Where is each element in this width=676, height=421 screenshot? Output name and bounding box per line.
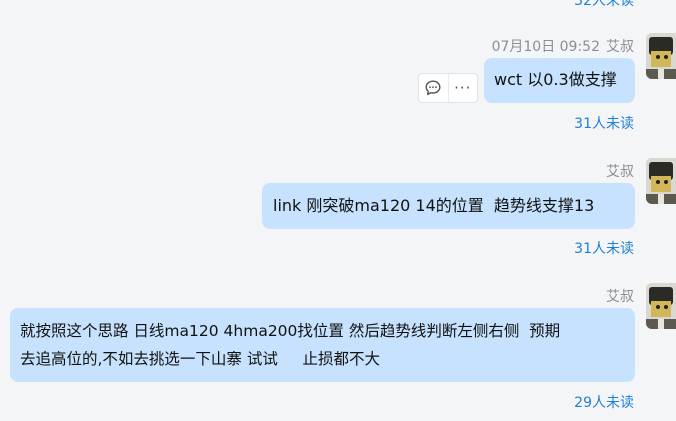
message-bubble[interactable]: wct 以0.3做支撑	[484, 58, 635, 103]
message-meta: 艾叔	[600, 161, 634, 181]
comment-icon	[425, 80, 441, 96]
avatar-image	[646, 283, 676, 329]
message-meta: 艾叔	[600, 286, 634, 306]
read-status[interactable]: 31人未读	[574, 113, 634, 133]
avatar[interactable]	[646, 33, 676, 79]
read-status[interactable]: 29人未读	[574, 392, 634, 412]
sender-name: 艾叔	[606, 289, 634, 305]
sender-name: 艾叔	[606, 164, 634, 180]
message-bubble[interactable]: 就按照这个思路 日线ma120 4hma200找位置 然后趋势线判断左侧右侧 预…	[10, 308, 635, 382]
avatar[interactable]	[646, 158, 676, 204]
read-status-top[interactable]: 32人未读	[574, 0, 634, 10]
message-hover-actions: ···	[418, 73, 478, 103]
message-text: link 刚突破ma120 14的位置 趋势线支撑13	[273, 196, 595, 215]
message-text-line: 去追高位的,不如去挑选一下山寨 试试 止损都不大	[20, 350, 380, 368]
read-status[interactable]: 31人未读	[574, 238, 634, 258]
message-bubble[interactable]: link 刚突破ma120 14的位置 趋势线支撑13	[262, 183, 635, 229]
avatar[interactable]	[646, 283, 676, 329]
comment-button[interactable]	[419, 74, 448, 102]
sender-name: 艾叔	[606, 39, 634, 55]
avatar-image	[646, 33, 676, 79]
message-timestamp: 07月10日 09:52	[491, 39, 600, 55]
message-meta: 07月10日 09:52 艾叔	[492, 36, 634, 56]
more-icon: ···	[454, 79, 472, 97]
avatar-image	[646, 158, 676, 204]
message-text-line: 就按照这个思路 日线ma120 4hma200找位置 然后趋势线判断左侧右侧 预…	[20, 322, 561, 340]
message-text: wct 以0.3做支撑	[494, 70, 617, 89]
more-button[interactable]: ···	[447, 74, 478, 102]
